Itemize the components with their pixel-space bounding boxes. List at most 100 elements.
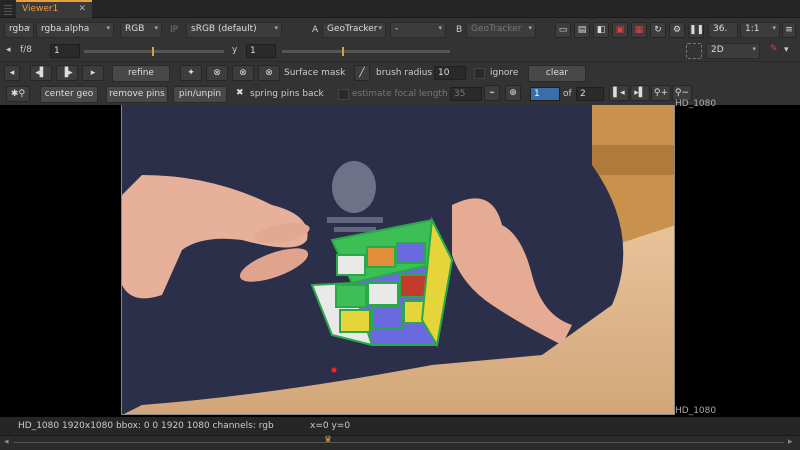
- channels-dropdown[interactable]: rgba ▾: [4, 22, 34, 38]
- gamma-label: y: [232, 45, 238, 55]
- timeline[interactable]: ◂ ♛ ▸: [0, 435, 800, 450]
- clear-button[interactable]: clear: [528, 65, 586, 82]
- pause-icon[interactable]: ❚❚: [688, 22, 704, 38]
- remove-pins-button[interactable]: remove pins: [106, 86, 168, 103]
- lock-icon[interactable]: ◧: [593, 22, 609, 38]
- fstop-arrow-icon[interactable]: ◂: [6, 45, 11, 55]
- view-mode-dropdown[interactable]: 2D ▾: [706, 43, 760, 59]
- pin-unpin-button[interactable]: pin/unpin: [173, 86, 227, 103]
- tab-viewer1[interactable]: Viewer1 ✕: [16, 0, 92, 18]
- input-a-dropdown[interactable]: GeoTracker ▾: [322, 22, 386, 38]
- viewer-toolbar-top: rgba ▾ rgba.alpha ▾ RGB ▾ IP sRGB (default)…: [0, 19, 800, 41]
- clear-all-icon[interactable]: ⊗: [258, 65, 280, 81]
- region-select-icon[interactable]: [686, 43, 702, 59]
- compare-op-dropdown[interactable]: - ▾: [390, 22, 446, 38]
- wipe-icon[interactable]: ▤: [574, 22, 590, 38]
- gain-field[interactable]: 1: [50, 44, 80, 58]
- viewer-tab-bar: Viewer1 ✕: [0, 0, 800, 18]
- chevron-down-icon: ▾: [26, 24, 30, 32]
- refine-button[interactable]: refine: [112, 65, 170, 82]
- zoom-value: 36.: [713, 24, 728, 34]
- chevron-down-icon[interactable]: ▾: [784, 45, 789, 55]
- format-tag-top: HD_1080: [675, 99, 717, 109]
- pen-icon[interactable]: ✎: [770, 44, 778, 54]
- chevron-down-icon: ▾: [154, 24, 158, 32]
- brush-radius-label: brush radius: [376, 68, 433, 78]
- remove-keyframe-icon[interactable]: ⊗: [206, 65, 228, 81]
- focal-curve-icon[interactable]: ⌁: [484, 85, 500, 101]
- tab-label: Viewer1: [22, 4, 59, 14]
- input-b-label: B: [456, 25, 463, 35]
- chevron-down-icon: ▾: [106, 24, 110, 32]
- timeline-left-arrow-icon[interactable]: ◂: [4, 437, 9, 447]
- focal-length-field[interactable]: 35: [450, 87, 482, 101]
- viewer-canvas[interactable]: HD_1080 HD_1080: [0, 99, 800, 417]
- gamma-slider-knob[interactable]: [342, 47, 344, 56]
- display-dropdown[interactable]: RGB ▾: [120, 22, 162, 38]
- next-keyframe-icon[interactable]: ▸▌: [630, 85, 650, 101]
- spring-pins-check-icon[interactable]: ✖: [236, 88, 244, 98]
- track-first-icon[interactable]: ◂: [4, 65, 20, 81]
- fstop-label: f/8: [20, 45, 32, 55]
- settings-icon[interactable]: ⚙: [669, 22, 685, 38]
- prev-keyframe-icon[interactable]: ▌◂: [609, 85, 629, 101]
- format-info: HD_1080 1920x1080 bbox: 0 0 1920 1080 ch…: [18, 421, 274, 431]
- clear-keyframes-icon[interactable]: ⊗: [232, 65, 254, 81]
- ratio-value: 1:1: [745, 24, 760, 34]
- chevron-down-icon: ▾: [274, 24, 278, 32]
- proxy-icon[interactable]: ▣: [612, 22, 628, 38]
- gain-slider-knob[interactable]: [152, 47, 154, 56]
- timeline-right-arrow-icon[interactable]: ▸: [788, 437, 793, 447]
- zoom-dropdown[interactable]: 36.: [708, 22, 738, 38]
- colorspace-dropdown[interactable]: sRGB (default) ▾: [186, 22, 282, 38]
- gain-slider[interactable]: [84, 47, 224, 56]
- format-tag: HD_1080: [675, 406, 717, 416]
- alpha-channel-dropdown[interactable]: rgba.alpha ▾: [36, 22, 114, 38]
- input-b-value: GeoTracker: [471, 24, 522, 34]
- keyframe-of-label: of: [563, 89, 572, 99]
- center-keyframe-icon[interactable]: ⊕: [505, 85, 521, 101]
- cursor-coords: x=0 y=0: [310, 421, 351, 431]
- add-keyframe-icon[interactable]: ⚲+: [651, 85, 671, 101]
- ratio-dropdown[interactable]: 1:1 ▾: [740, 22, 780, 38]
- brush-radius-field[interactable]: 10: [434, 66, 466, 80]
- spring-pins-label: spring pins back: [250, 89, 324, 99]
- keyframe-field[interactable]: 1: [530, 87, 560, 101]
- track-last-icon[interactable]: ▸: [82, 65, 104, 81]
- timeline-track[interactable]: [14, 442, 784, 443]
- display-value: RGB: [125, 24, 145, 34]
- brush-icon[interactable]: ╱: [354, 65, 370, 81]
- track-forward-icon[interactable]: ▐▸: [56, 65, 78, 81]
- chevron-down-icon: ▾: [528, 24, 532, 32]
- gamma-field[interactable]: 1: [246, 44, 276, 58]
- ignore-checkbox[interactable]: [474, 68, 485, 79]
- center-geo-button[interactable]: center geo: [40, 86, 98, 103]
- playhead-icon[interactable]: ♛: [324, 435, 332, 445]
- estimate-focal-label: estimate focal length: [352, 89, 448, 99]
- gamma-slider[interactable]: [282, 47, 450, 56]
- chevron-down-icon: ▾: [378, 24, 382, 32]
- input-b-dropdown[interactable]: GeoTracker ▾: [466, 22, 536, 38]
- chevron-down-icon: ▾: [772, 24, 776, 32]
- refresh-icon[interactable]: ↻: [650, 22, 666, 38]
- menu-icon[interactable]: ≡: [782, 22, 796, 38]
- roi-icon[interactable]: ▭: [555, 22, 571, 38]
- close-icon[interactable]: ✕: [78, 4, 86, 14]
- track-back-icon[interactable]: ◂▌: [30, 65, 52, 81]
- viewer-toolbar-gain: ◂ f/8 1 y 1 2D ▾ ✎ ▾: [0, 41, 800, 61]
- estimate-focal-checkbox[interactable]: [338, 89, 349, 100]
- tracking-pin[interactable]: [331, 367, 337, 373]
- compare-op-value: -: [395, 24, 399, 34]
- status-bar: HD_1080 1920x1080 bbox: 0 0 1920 1080 ch…: [0, 417, 800, 435]
- keyframe-total-field: 2: [576, 87, 604, 101]
- ignore-label: ignore: [490, 68, 519, 78]
- gpu-icon[interactable]: ▦: [631, 22, 647, 38]
- ip-button[interactable]: IP: [170, 25, 178, 35]
- panel-grip-icon[interactable]: [4, 3, 12, 15]
- chevron-down-icon: ▾: [752, 45, 756, 53]
- add-keyframe-icon[interactable]: ✦: [180, 65, 202, 81]
- view-mode-value: 2D: [711, 45, 724, 55]
- colorspace-value: sRGB (default): [191, 24, 257, 34]
- pin-tool-icon[interactable]: ✱⚲: [6, 86, 30, 102]
- video-frame[interactable]: [121, 105, 675, 415]
